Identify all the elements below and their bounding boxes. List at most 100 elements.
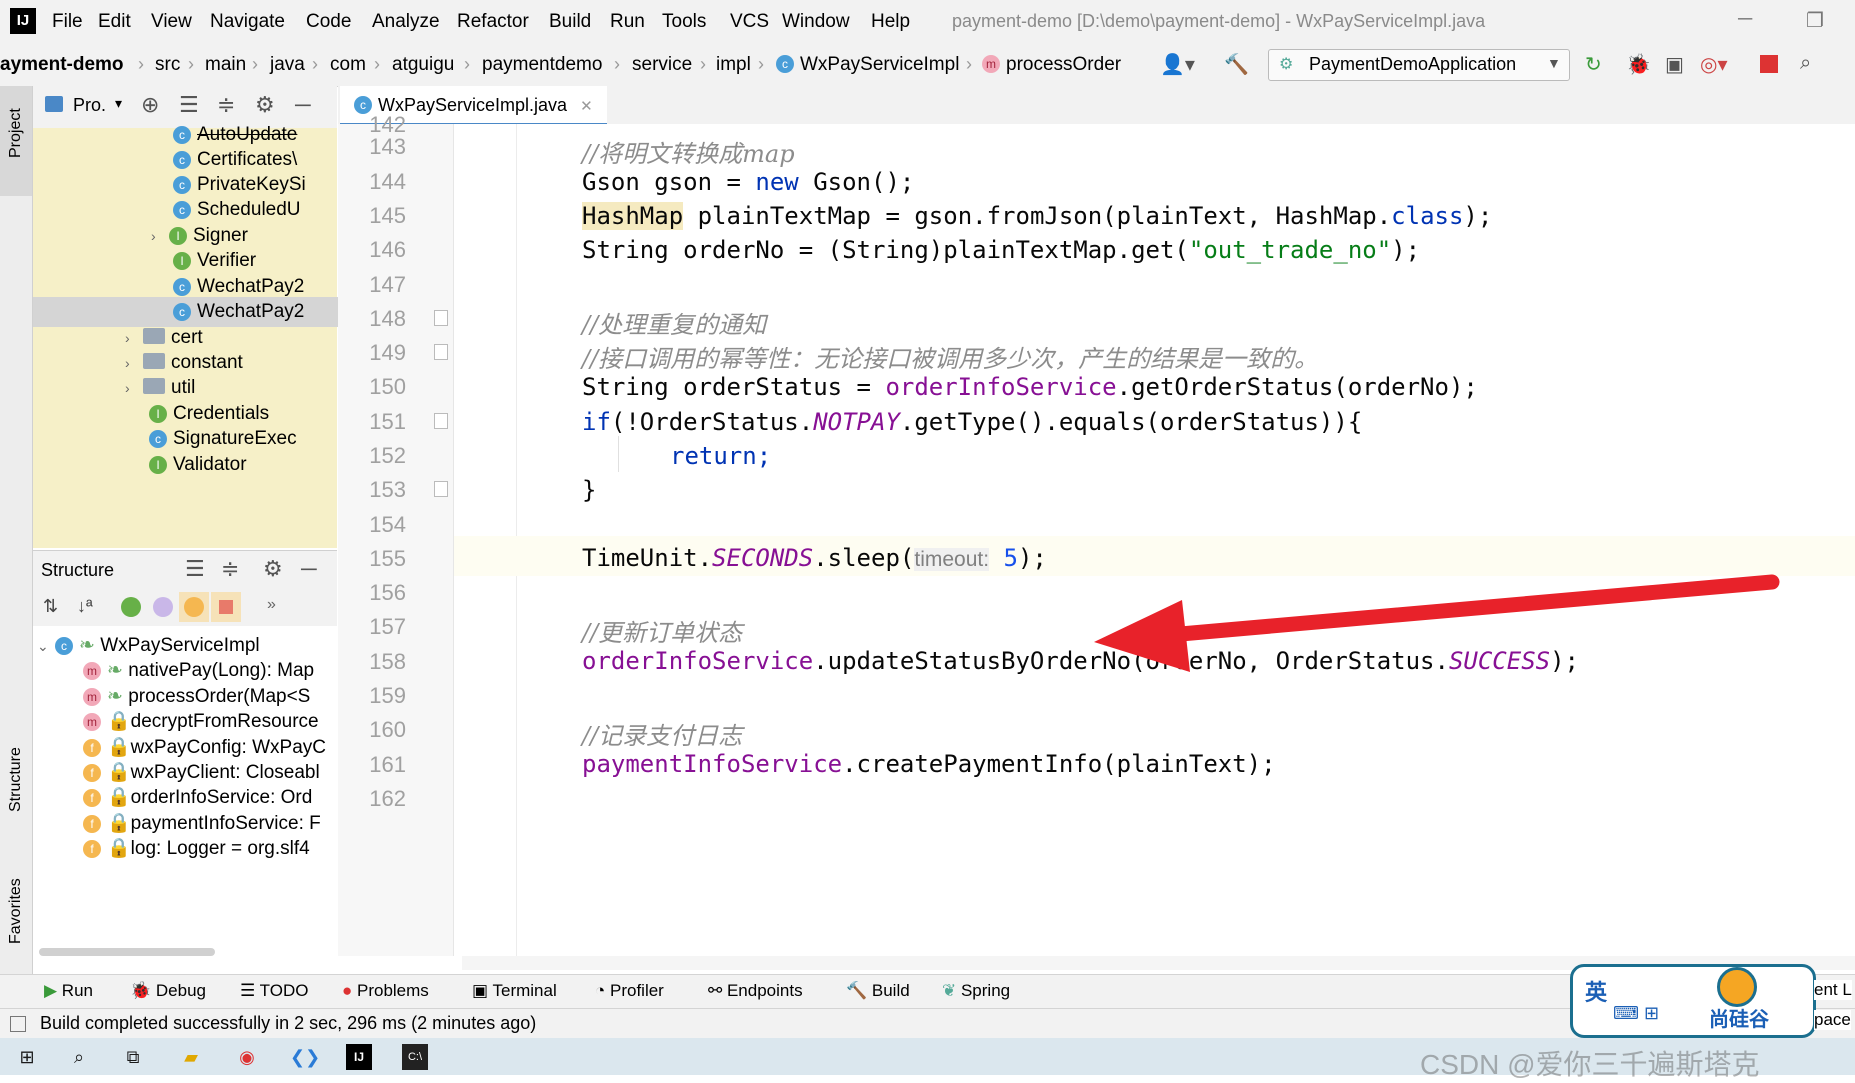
show-fields-icon[interactable] [179, 592, 209, 622]
structure-stripe-button[interactable]: Structure [0, 716, 32, 826]
tool-profiler[interactable]: ◔ Profiler [595, 981, 664, 1001]
show-properties-icon[interactable] [153, 597, 173, 617]
status-toggle-icon[interactable] [10, 1016, 26, 1032]
tool-endpoints-label: Endpoints [726, 981, 803, 1000]
intellij-taskbar-icon[interactable]: IJ [346, 1044, 372, 1070]
sort-by-visibility-icon[interactable]: ⇅ [43, 596, 58, 617]
breadcrumb-separator-icon: › [464, 54, 470, 74]
menu-code[interactable]: Code [306, 11, 351, 33]
code-line-151: if(!OrderStatus.NOTPAY.getType().equals(… [582, 408, 1363, 436]
breadcrumb-com[interactable]: com [330, 54, 366, 76]
menu-run[interactable]: Run [610, 11, 645, 33]
chevron-down-icon[interactable]: ▾ [115, 95, 122, 112]
field-icon: f [83, 789, 101, 807]
tree-item-label: wxPayClient: Closeabl [130, 762, 320, 783]
line-number: 149 [369, 340, 406, 365]
file-explorer-icon[interactable]: ▰ [178, 1044, 204, 1070]
close-icon[interactable]: ✕ [580, 98, 593, 115]
menu-window[interactable]: Window [782, 11, 850, 33]
horizontal-scrollbar[interactable] [39, 948, 215, 956]
build-hammer-icon[interactable]: 🔨 [1224, 52, 1249, 77]
tool-run[interactable]: ▶ Run [44, 981, 93, 1001]
tree-item-label: WechatPay2 [197, 276, 305, 297]
restore-icon[interactable]: ❐ [1806, 8, 1824, 33]
interface-icon: I [149, 456, 167, 474]
tool-build[interactable]: 🔨 Build [846, 981, 910, 1001]
line-number: 145 [369, 203, 406, 228]
menu-edit[interactable]: Edit [98, 11, 131, 33]
tree-item-label: Certificates\ [197, 149, 298, 170]
hide-panel-icon[interactable]: ─ [295, 92, 311, 118]
console-taskbar-icon[interactable]: C:\ [402, 1044, 428, 1070]
profiler-icon[interactable]: ◎▾ [1700, 52, 1728, 77]
breadcrumb-impl[interactable]: impl [716, 54, 751, 76]
collapse-all-icon[interactable]: ≑ [217, 92, 235, 118]
search-icon[interactable]: ⌕ [66, 1044, 92, 1070]
stop-icon[interactable] [1760, 55, 1778, 73]
sort-alphabetically-icon[interactable]: ↓ª [77, 596, 93, 617]
locate-icon[interactable]: ⊕ [141, 92, 159, 118]
expand-all-icon[interactable]: ☰ [185, 556, 205, 582]
collapse-all-icon[interactable]: ≑ [221, 556, 239, 582]
tool-endpoints[interactable]: ⚯ Endpoints [708, 981, 803, 1001]
menu-help[interactable]: Help [871, 11, 910, 33]
menu-tools[interactable]: Tools [662, 11, 706, 33]
project-stripe-button[interactable]: Project [0, 86, 32, 196]
menu-analyze[interactable]: Analyze [372, 11, 440, 33]
breadcrumb-method-label: processOrder [1006, 54, 1122, 75]
tree-item-label: Credentials [173, 403, 270, 424]
lock-icon: 🔒 [107, 787, 131, 808]
breadcrumb-service[interactable]: service [632, 54, 692, 76]
windows-start-icon[interactable]: ⊞ [14, 1044, 40, 1070]
menu-vcs[interactable]: VCS [730, 11, 769, 33]
tool-spring[interactable]: ❦ Spring [942, 981, 1010, 1001]
tool-todo[interactable]: ☰ TODO [240, 981, 308, 1001]
breadcrumb-method[interactable]: m processOrder [982, 54, 1121, 76]
fold-marker-icon[interactable] [434, 310, 448, 326]
menu-file[interactable]: File [52, 11, 83, 33]
vscode-icon[interactable]: ❮❯ [290, 1044, 320, 1070]
expand-all-icon[interactable]: ☰ [179, 92, 199, 118]
gear-icon[interactable]: ⚙ [255, 92, 275, 118]
fold-marker-icon[interactable] [434, 413, 448, 429]
breadcrumb-src[interactable]: src [155, 54, 180, 76]
favorites-stripe-button[interactable]: Favorites [0, 844, 32, 954]
run-configuration-select[interactable]: ⚙ PaymentDemoApplication ▼ [1268, 49, 1570, 81]
tool-debug[interactable]: 🐞 Debug [130, 981, 206, 1001]
user-icon[interactable]: 👤▾ [1160, 52, 1195, 77]
tool-terminal[interactable]: ▣ Terminal [472, 981, 557, 1001]
tree-item-label: PrivateKeySi [197, 174, 306, 195]
menu-navigate[interactable]: Navigate [210, 11, 285, 33]
breadcrumb-paymentdemo[interactable]: paymentdemo [482, 54, 602, 76]
gear-icon[interactable]: ⚙ [263, 556, 283, 582]
breadcrumb-project[interactable]: ayment-demo [0, 54, 124, 76]
more-icon[interactable]: » [267, 596, 276, 614]
minimize-icon[interactable]: ─ [1738, 8, 1752, 31]
breadcrumb-java[interactable]: java [270, 54, 305, 76]
code-editor[interactable]: ●1 ▲22 ✔2 ⌃ //将明文转换成map Gson gson = new … [454, 124, 1855, 956]
menu-build[interactable]: Build [549, 11, 591, 33]
breadcrumb-atguigu[interactable]: atguigu [392, 54, 454, 76]
tool-problems[interactable]: ● Problems [342, 981, 429, 1001]
project-panel-title[interactable]: Pro. [73, 95, 106, 116]
breadcrumb-class[interactable]: c WxPayServiceImpl [776, 54, 959, 76]
rerun-icon[interactable]: ↻ [1585, 52, 1602, 77]
structure-item[interactable]: f 🔒log: Logger = org.slf4 [33, 834, 387, 864]
fold-marker-icon[interactable] [434, 481, 448, 497]
debug-icon[interactable]: 🐞 [1626, 52, 1651, 77]
code-line-145: HashMap plainTextMap = gson.fromJson(pla… [582, 202, 1493, 230]
menu-view[interactable]: View [151, 11, 192, 33]
ime-tools-icon: ⌨ ⊞ [1613, 1003, 1660, 1023]
profiler-icon: ◔ [595, 981, 610, 1000]
chrome-icon[interactable]: ◉ [234, 1044, 260, 1070]
coverage-icon[interactable]: ▣ [1665, 52, 1684, 77]
menu-refactor[interactable]: Refactor [457, 11, 529, 33]
hide-panel-icon[interactable]: ─ [301, 556, 317, 582]
fold-marker-icon[interactable] [434, 344, 448, 360]
show-inherited-icon[interactable] [121, 597, 141, 617]
field-icon: f [83, 739, 101, 757]
breadcrumb-main[interactable]: main [205, 54, 246, 76]
task-view-icon[interactable]: ⧉ [120, 1044, 146, 1070]
show-non-public-icon[interactable] [211, 592, 241, 622]
search-icon[interactable]: ⌕ [1800, 52, 1811, 75]
